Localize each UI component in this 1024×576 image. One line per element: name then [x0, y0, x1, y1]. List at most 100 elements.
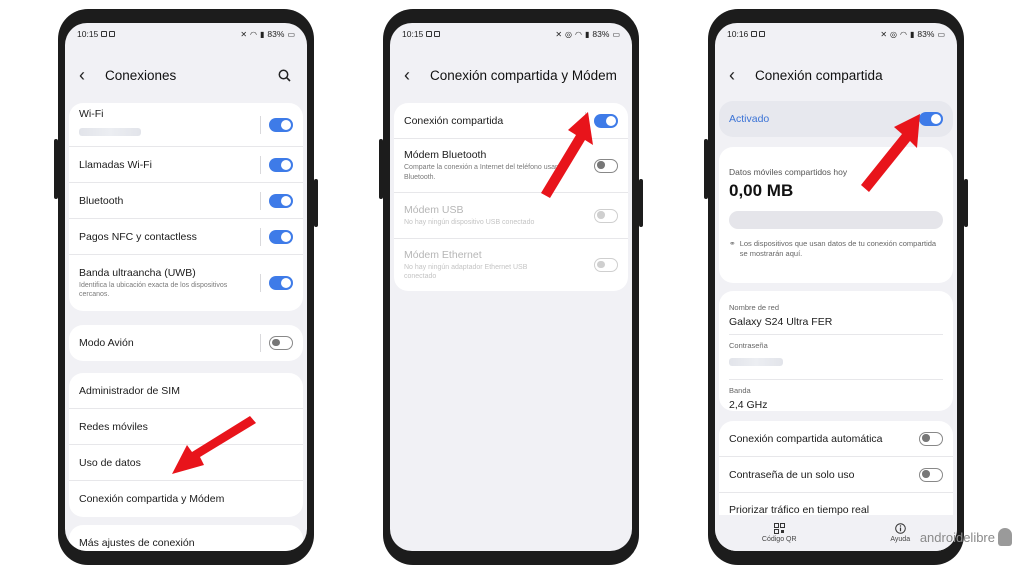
android-mascot-icon — [998, 528, 1012, 546]
band-label: Banda — [729, 386, 751, 395]
notification-icon — [101, 31, 108, 37]
hotspot-toggle[interactable] — [594, 113, 618, 128]
notification-icon — [759, 31, 766, 37]
one-time-password-toggle[interactable] — [919, 467, 943, 482]
hotspot-icon: ◎ — [890, 29, 898, 39]
one-time-password-item[interactable]: Contraseña de un solo uso — [719, 457, 953, 493]
nfc-toggle[interactable] — [269, 229, 293, 244]
airplane-card: Modo Avión — [69, 325, 303, 361]
more-connection-settings-label: Más ajustes de conexión — [79, 537, 195, 549]
mute-icon: ✕ — [880, 29, 888, 39]
screen: 10:16 ✕ ◎ ◠ ▮ 83% ▭ ‹ Conexión compartid… — [715, 23, 957, 551]
back-arrow-icon[interactable]: ‹ — [79, 66, 97, 84]
help-label: Ayuda — [890, 536, 911, 543]
status-bar: 10:15 ✕ ◎ ◠ ▮ 83% ▭ — [390, 23, 632, 45]
ethernet-tethering-toggle[interactable] — [594, 258, 618, 272]
wifi-calling-item[interactable]: Llamadas Wi-Fi — [69, 147, 303, 183]
red-arrow-activated-toggle — [861, 114, 920, 192]
battery-icon: ▭ — [937, 29, 945, 39]
usb-tethering-description: No hay ningún dispositivo USB conectado — [404, 218, 535, 226]
help-button[interactable]: Ayuda — [890, 523, 910, 543]
usb-tethering-label: Módem USB — [404, 203, 464, 216]
airplane-mode-toggle[interactable] — [269, 336, 293, 350]
search-icon[interactable] — [275, 66, 293, 84]
one-time-password-label: Contraseña de un solo uso — [729, 468, 855, 481]
sim-manager-label: Administrador de SIM — [79, 384, 180, 397]
wifi-calling-label: Llamadas Wi-Fi — [79, 158, 152, 171]
back-arrow-icon[interactable]: ‹ — [729, 66, 747, 84]
network-name-label: Nombre de red — [729, 303, 780, 312]
signal-icon: ▮ — [585, 29, 590, 39]
tethering-item[interactable]: Conexión compartida y Módem — [69, 481, 303, 517]
screen: 10:15 ✕ ◎ ◠ ▮ 83% ▭ ‹ Conexión compartid… — [390, 23, 632, 551]
info-icon — [894, 523, 906, 534]
back-arrow-icon[interactable]: ‹ — [404, 66, 422, 84]
usb-tethering-toggle[interactable] — [594, 208, 618, 223]
page-title: Conexión compartida — [755, 67, 883, 83]
airplane-mode-item[interactable]: Modo Avión — [69, 325, 303, 361]
phone-hotspot: 10:16 ✕ ◎ ◠ ▮ 83% ▭ ‹ Conexión compartid… — [704, 9, 968, 565]
nfc-label: Pagos NFC y contactless — [79, 230, 197, 243]
red-arrow-tethering — [172, 416, 256, 474]
ethernet-tethering-label: Módem Ethernet — [404, 248, 482, 261]
bluetooth-label: Bluetooth — [79, 194, 124, 207]
ethernet-tethering-item[interactable]: Módem Ethernet No hay ningún adaptador E… — [394, 239, 628, 291]
notification-icon — [434, 31, 441, 37]
qr-code-label: Código QR — [761, 536, 797, 543]
airplane-mode-label: Modo Avión — [79, 337, 134, 349]
auto-hotspot-item[interactable]: Conexión compartida automática — [719, 421, 953, 457]
battery-level: 83% — [592, 29, 610, 39]
network-name-value[interactable]: Galaxy S24 Ultra FER — [729, 316, 943, 335]
auto-hotspot-label: Conexión compartida automática — [729, 432, 883, 445]
status-time: 10:15 — [402, 29, 424, 39]
status-time: 10:15 — [77, 29, 99, 39]
network-details-card: Nombre de red Galaxy S24 Ultra FER Contr… — [719, 291, 953, 411]
nfc-item[interactable]: Pagos NFC y contactless — [69, 219, 303, 255]
wifi-icon: ◠ — [900, 29, 908, 39]
status-bar: 10:15 ✕ ◠ ▮ 83% ▭ — [65, 23, 307, 45]
header: ‹ Conexión compartida y Módem — [390, 59, 632, 91]
phone-tethering: 10:15 ✕ ◎ ◠ ▮ 83% ▭ ‹ Conexión compartid… — [379, 9, 643, 565]
uwb-toggle[interactable] — [269, 276, 293, 290]
signal-icon: ▮ — [260, 29, 265, 39]
more-connection-settings-item[interactable]: Más ajustes de conexión — [69, 525, 303, 551]
mute-icon: ✕ — [240, 29, 248, 39]
hotspot-icon: ◎ — [565, 29, 573, 39]
status-bar: 10:16 ✕ ◎ ◠ ▮ 83% ▭ — [715, 23, 957, 45]
header: ‹ Conexión compartida — [715, 59, 957, 91]
red-arrow-hotspot-toggle — [541, 112, 593, 198]
auto-hotspot-toggle[interactable] — [919, 431, 943, 446]
battery-level: 83% — [267, 29, 285, 39]
uwb-item[interactable]: Banda ultraancha (UWB) Identifica la ubi… — [69, 255, 303, 311]
qr-code-button[interactable]: Código QR — [762, 523, 797, 543]
sim-manager-item[interactable]: Administrador de SIM — [69, 373, 303, 409]
status-time: 10:16 — [727, 29, 749, 39]
ethernet-tethering-description: No hay ningún adaptador Ethernet USB con… — [404, 263, 528, 280]
bluetooth-toggle[interactable] — [269, 193, 293, 208]
notification-icon — [426, 31, 433, 37]
bluetooth-tethering-toggle[interactable] — [594, 158, 618, 173]
qr-code-icon — [773, 523, 785, 534]
more-connection-card: Más ajustes de conexión — [69, 525, 303, 551]
bluetooth-item[interactable]: Bluetooth — [69, 183, 303, 219]
band-value[interactable]: 2,4 GHz — [729, 399, 943, 411]
header: ‹ Conexiones — [65, 59, 307, 91]
password-label: Contraseña — [729, 340, 768, 350]
wifi-item[interactable]: Wi-Fi — [69, 103, 303, 147]
uwb-label: Banda ultraancha (UWB) — [79, 266, 196, 279]
wifi-network-name-redacted — [79, 128, 141, 136]
watermark-text: androidelibre — [919, 529, 995, 545]
wifi-icon: ◠ — [250, 29, 258, 39]
battery-icon: ▭ — [287, 29, 295, 39]
signal-icon: ▮ — [910, 29, 915, 39]
wifi-toggle[interactable] — [269, 117, 293, 132]
uwb-description: Identifica la ubicación exacta de los di… — [79, 281, 228, 298]
wifi-calling-toggle[interactable] — [269, 157, 293, 172]
tethering-label: Conexión compartida y Módem — [79, 493, 225, 505]
password-redacted[interactable] — [729, 358, 783, 366]
link-icon: ⚭ — [729, 238, 736, 248]
battery-level: 83% — [917, 29, 935, 39]
connected-devices-info: Los dispositivos que usan datos de tu co… — [739, 238, 937, 259]
phone-conexiones: 10:15 ✕ ◠ ▮ 83% ▭ ‹ Conexiones Wi-Fi Lla… — [54, 9, 318, 565]
page-title: Conexión compartida y Módem — [430, 67, 617, 83]
